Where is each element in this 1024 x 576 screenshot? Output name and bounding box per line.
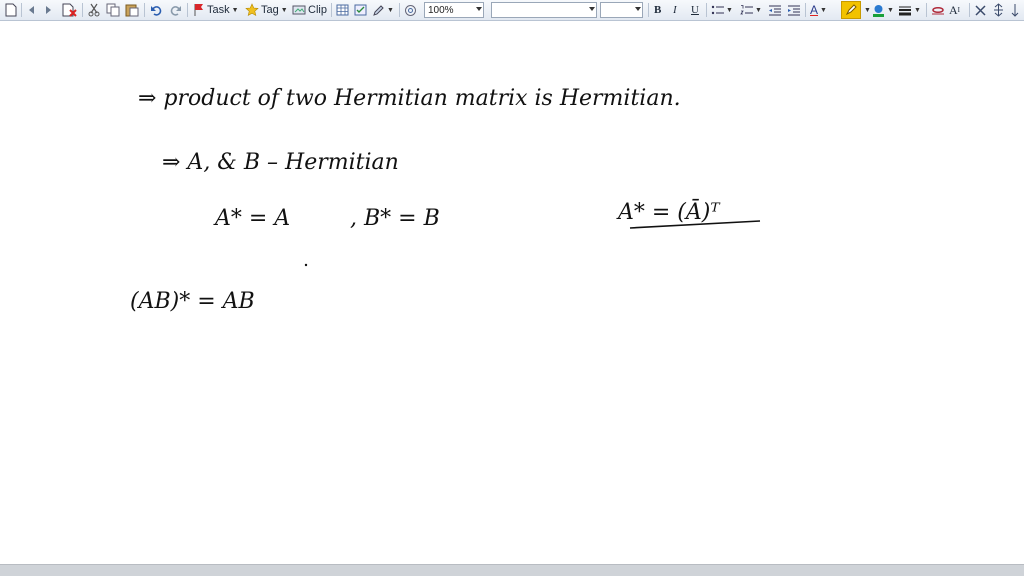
note-line-1: ⇒ product of two Hermitian matrix is Her… [138,86,681,111]
chevron-down-icon: ▼ [820,6,827,14]
delete-page-icon[interactable] [62,2,78,18]
toolbar-separator [82,3,83,17]
outdent-icon[interactable] [768,2,781,18]
arrow-right-icon[interactable] [44,2,54,18]
clear-format-label: A [949,2,958,17]
note-line-3a: A* = A [213,206,290,231]
zoom-icon[interactable] [404,2,417,18]
font-size-select[interactable] [600,2,643,18]
note-definition: A* = (Ā)ᵀ [616,199,721,225]
move-down-icon[interactable] [1010,2,1020,18]
tag-label: Tag [261,4,279,16]
chevron-down-icon[interactable]: ▼ [862,2,871,18]
font-color-button[interactable]: A ▼ [810,2,827,18]
redo-icon[interactable] [169,2,182,18]
cut-icon[interactable] [88,2,100,18]
toolbar-separator [648,3,649,17]
undo-icon[interactable] [150,2,163,18]
star-icon [245,3,259,17]
font-color-label: A [810,3,819,17]
zoom-select[interactable]: 100% [424,2,484,18]
chevron-down-icon [589,7,595,11]
toolbar-separator [969,3,970,17]
underline-button[interactable]: U [691,2,699,18]
task-label: Task [207,4,230,16]
chevron-down-icon [635,7,641,11]
copy-icon[interactable] [106,2,120,18]
toolbar-separator [187,3,188,17]
task-button[interactable]: Task ▼ [193,2,239,18]
handwriting-layer: ⇒ product of two Hermitian matrix is Her… [130,86,761,314]
pen-tool-icon[interactable]: ▼ [372,2,394,18]
note-line-4: (AB)* = AB [130,289,255,314]
chevron-down-icon: ▼ [280,6,288,14]
clip-button[interactable]: Clip [292,2,327,18]
arrow-left-icon[interactable] [26,2,36,18]
toolbar-separator [805,3,806,17]
highlighter-icon[interactable] [841,1,861,19]
paste-icon[interactable] [125,2,139,18]
line-style-icon[interactable]: ▼ [898,2,921,18]
close-icon[interactable] [975,2,986,18]
indent-icon[interactable] [787,2,800,18]
zoom-value: 100% [428,4,454,16]
flag-icon [194,4,203,16]
clip-icon [292,5,306,15]
spell-check-icon[interactable] [354,2,367,18]
toolbar-separator [706,3,707,17]
editor-toolbar: Task ▼ Tag ▼ Clip ▼ 100% B I U ▼ ▼ A ▼ ▼… [0,0,1024,21]
chevron-down-icon: ▼ [914,6,921,14]
bold-button[interactable]: B [654,2,661,18]
toolbar-separator [331,3,332,17]
clear-format-button[interactable]: AI [949,2,960,18]
toolbar-separator [926,3,927,17]
font-name-select[interactable] [491,2,597,18]
toolbar-separator [21,3,22,17]
toolbar-separator [399,3,400,17]
tag-button[interactable]: Tag ▼ [245,2,288,18]
chevron-down-icon: ▼ [387,6,394,14]
toolbar-separator [144,3,145,17]
color-picker-icon[interactable]: ▼ [872,2,894,18]
numbered-list-icon[interactable]: ▼ [740,2,762,18]
chevron-down-icon: ▼ [755,6,762,14]
note-canvas[interactable]: ⇒ product of two Hermitian matrix is Her… [0,21,1024,564]
note-line-2: ⇒ A, & B – Hermitian [162,150,399,175]
insert-space-icon[interactable] [993,2,1004,18]
bullet-list-icon[interactable]: ▼ [711,2,733,18]
chevron-down-icon: ▼ [887,6,894,14]
ink-dot [304,263,308,267]
note-line-3b: , B* = B [350,206,440,231]
chevron-down-icon: ▼ [726,6,733,14]
new-page-icon[interactable] [5,2,17,18]
table-icon[interactable] [336,2,349,18]
chevron-down-icon: ▼ [231,6,239,14]
eraser-icon[interactable] [931,2,945,18]
chevron-down-icon [476,7,482,11]
clip-label: Clip [308,4,327,16]
horizontal-scrollbar[interactable] [0,564,1024,576]
italic-button[interactable]: I [673,2,677,18]
